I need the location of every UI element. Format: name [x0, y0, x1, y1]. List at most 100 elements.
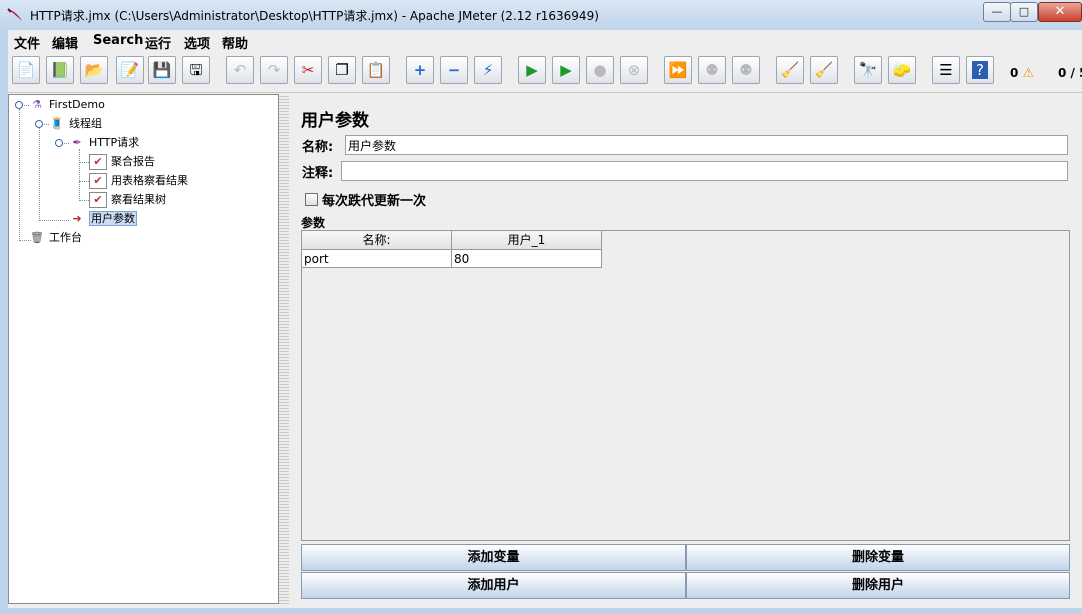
- function-helper-icon: ☰: [939, 61, 953, 79]
- expand-toggle[interactable]: [15, 101, 23, 109]
- menu-search[interactable]: Search: [93, 33, 143, 48]
- remote-stop-button[interactable]: ⚉: [698, 56, 726, 84]
- start-icon: ▶: [526, 61, 538, 79]
- search-icon: 🔭: [858, 61, 878, 79]
- save-as-icon: 🖫: [189, 61, 203, 79]
- per-iteration-option[interactable]: 每次跌代更新一次: [305, 190, 427, 209]
- tree-node-test-plan[interactable]: ⚗ FirstDemo: [29, 96, 105, 114]
- collapse-all-button[interactable]: −: [440, 56, 468, 84]
- column-header-name[interactable]: 名称:: [302, 231, 452, 250]
- tree-node-http-sampler[interactable]: ✒ HTTP请求: [69, 134, 139, 152]
- tree-node-aggregate-report[interactable]: ✔ 聚合报告: [89, 153, 155, 171]
- expand-toggle[interactable]: [55, 139, 63, 147]
- expand-all-button[interactable]: +: [406, 56, 434, 84]
- menu-run[interactable]: 运行: [145, 33, 171, 52]
- warning-icon: ⚠: [1022, 66, 1035, 81]
- redo-icon: ↷: [267, 61, 281, 79]
- save-button[interactable]: 💾: [148, 56, 176, 84]
- save-icon: 💾: [152, 61, 172, 79]
- copy-button[interactable]: ❐: [328, 56, 356, 84]
- clear-button[interactable]: 🧹: [776, 56, 804, 84]
- add-user-button[interactable]: 添加用户: [301, 572, 686, 599]
- undo-icon: ↶: [233, 61, 247, 79]
- http-sampler-icon: ✒: [72, 136, 82, 149]
- listener-icon: ✔: [89, 192, 107, 208]
- tree-node-user-parameters[interactable]: ➜ 用户参数: [69, 210, 137, 228]
- tree-connector: [19, 109, 20, 241]
- error-count: 0 ⚠: [1010, 66, 1035, 81]
- help-button[interactable]: ?: [966, 56, 994, 84]
- tree-connector: [79, 181, 89, 182]
- redo-button[interactable]: ↷: [260, 56, 288, 84]
- paste-icon: 📋: [366, 61, 386, 79]
- menu-help[interactable]: 帮助: [222, 33, 248, 52]
- stop-icon: ●: [593, 61, 607, 79]
- undo-button[interactable]: ↶: [226, 56, 254, 84]
- window-title: HTTP请求.jmx (C:\Users\Administrator\Deskt…: [30, 9, 599, 23]
- close-button[interactable]: 📝: [116, 56, 144, 84]
- table-cell-param-name[interactable]: port: [302, 250, 452, 268]
- close-file-icon: 📝: [120, 61, 140, 79]
- shutdown-button[interactable]: ⊗: [620, 56, 648, 84]
- tree-node-view-results-tree[interactable]: ✔ 察看结果树: [89, 191, 166, 209]
- close-window-button[interactable]: ✕: [1038, 2, 1082, 22]
- tree-connector: [79, 162, 89, 163]
- maximize-icon: □: [1018, 5, 1030, 18]
- expand-toggle[interactable]: [35, 120, 43, 128]
- delete-user-button[interactable]: 删除用户: [686, 572, 1070, 599]
- clear-icon: 🧹: [780, 61, 800, 79]
- cut-button[interactable]: ✂: [294, 56, 322, 84]
- search-button[interactable]: 🔭: [854, 56, 882, 84]
- comment-input[interactable]: [341, 161, 1068, 181]
- remote-stop-icon: ⚉: [705, 61, 719, 79]
- per-iteration-label: 每次跌代更新一次: [322, 194, 427, 209]
- start-button[interactable]: ▶: [518, 56, 546, 84]
- tree-connector: [79, 200, 89, 201]
- stop-button[interactable]: ●: [586, 56, 614, 84]
- params-label: 参数: [301, 216, 326, 230]
- start-no-timers-button[interactable]: ▶: [552, 56, 580, 84]
- menu-options[interactable]: 选项: [184, 33, 210, 52]
- shutdown-icon: ⊗: [627, 61, 641, 79]
- tree-node-workbench[interactable]: 🗑 工作台: [29, 229, 82, 247]
- column-header-user-1[interactable]: 用户_1: [452, 231, 602, 250]
- maximize-button[interactable]: □: [1010, 2, 1038, 22]
- remote-shutdown-button[interactable]: ⚉: [732, 56, 760, 84]
- clear-all-icon: 🧹: [814, 61, 834, 79]
- reset-search-button[interactable]: 🧽: [888, 56, 916, 84]
- clear-all-button[interactable]: 🧹: [810, 56, 838, 84]
- tree-node-view-results-table[interactable]: ✔ 用表格察看结果: [89, 172, 188, 190]
- panel-splitter[interactable]: [279, 94, 289, 604]
- test-plan-tree: ⚗ FirstDemo 🧵 线程组 ✒ HTTP请求 ✔ 聚合报告 ✔ 用表格察看结果 ✔…: [8, 94, 279, 604]
- preprocessor-icon: ➜: [72, 212, 82, 225]
- tree-node-thread-group[interactable]: 🧵 线程组: [49, 115, 102, 133]
- menu-bar: 文件 编辑 Search 运行 选项 帮助: [8, 30, 1082, 52]
- menu-file[interactable]: 文件: [14, 33, 40, 52]
- save-as-button[interactable]: 🖫: [182, 56, 210, 84]
- templates-button[interactable]: 📗: [46, 56, 74, 84]
- new-icon: 📄: [16, 61, 36, 79]
- close-icon: ✕: [1054, 4, 1066, 19]
- name-input[interactable]: [345, 135, 1068, 155]
- open-icon: 📂: [84, 61, 104, 79]
- delete-variable-button[interactable]: 删除变量: [686, 544, 1070, 571]
- table-cell-param-value[interactable]: 80: [452, 250, 602, 268]
- client-area: 文件 编辑 Search 运行 选项 帮助 📄 📗 📂 📝 💾 🖫 ↶ ↷ ✂ …: [8, 30, 1082, 608]
- cut-icon: ✂: [301, 61, 315, 79]
- function-helper-button[interactable]: ☰: [932, 56, 960, 84]
- toggle-button[interactable]: ⚡: [474, 56, 502, 84]
- new-button[interactable]: 📄: [12, 56, 40, 84]
- per-iteration-checkbox[interactable]: [305, 193, 318, 206]
- table-background: [302, 231, 1069, 540]
- collapse-icon: −: [447, 61, 461, 79]
- minimize-button[interactable]: —: [983, 2, 1011, 22]
- title-bar: HTTP请求.jmx (C:\Users\Administrator\Deskt…: [0, 0, 1082, 30]
- menu-edit[interactable]: 编辑: [52, 33, 78, 52]
- jmeter-feather-icon: [7, 8, 22, 21]
- templates-icon: 📗: [50, 61, 70, 79]
- add-variable-button[interactable]: 添加变量: [301, 544, 686, 571]
- open-button[interactable]: 📂: [80, 56, 108, 84]
- tree-connector: [39, 127, 40, 221]
- remote-start-button[interactable]: ⏩: [664, 56, 692, 84]
- paste-button[interactable]: 📋: [362, 56, 390, 84]
